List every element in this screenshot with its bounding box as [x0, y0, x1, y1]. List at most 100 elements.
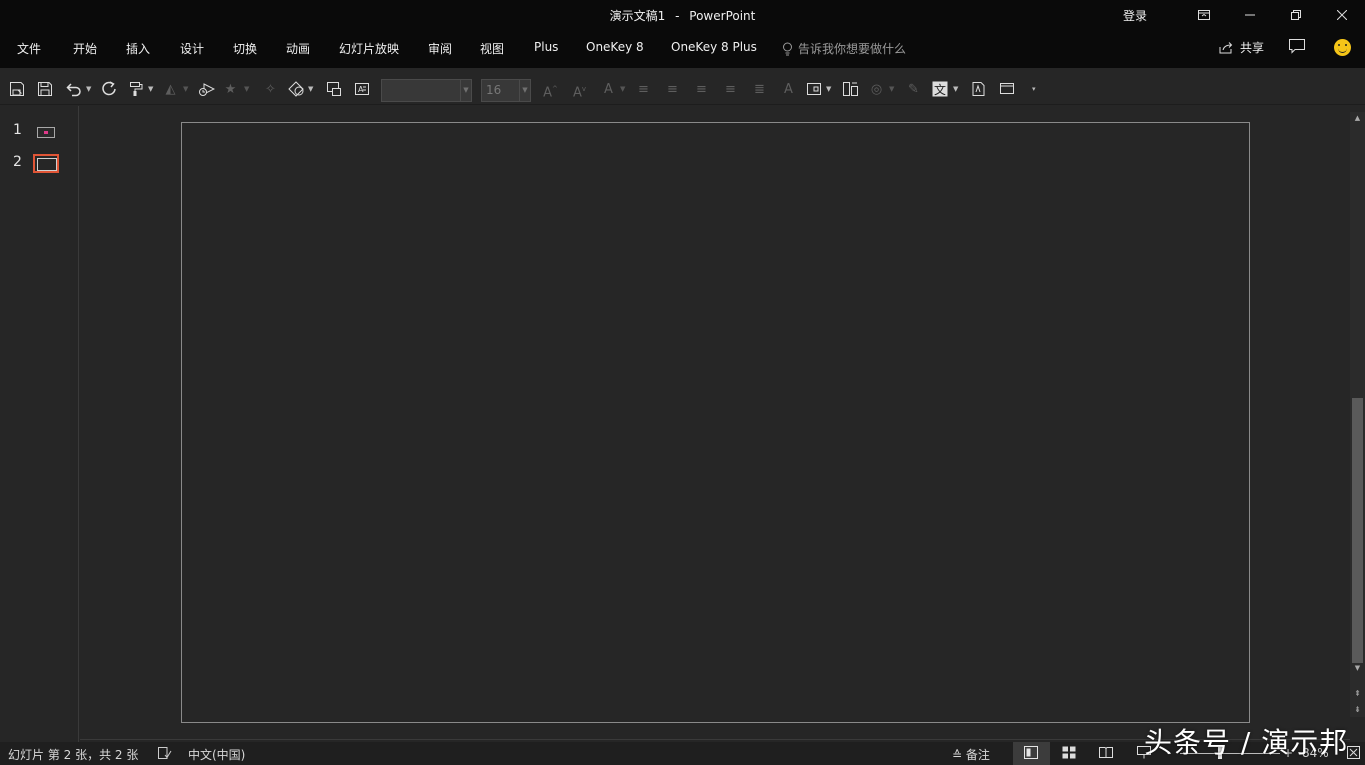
merge-shapes-icon[interactable]: ◎ — [868, 81, 885, 98]
tell-me-placeholder: 告诉我你想要做什么 — [798, 42, 907, 56]
clear-format-icon[interactable]: A — [780, 81, 797, 98]
tab-file[interactable]: 文件 — [17, 40, 41, 57]
restore-button[interactable] — [1273, 0, 1319, 30]
document-name: 演示文稿1 — [609, 9, 666, 23]
animation-painter-icon[interactable]: ✧ — [262, 81, 279, 98]
slide-counter: 幻灯片 第 2 张，共 2 张 — [8, 748, 139, 762]
align-left-icon[interactable]: ≡ — [635, 81, 652, 98]
svg-text:文: 文 — [934, 82, 946, 97]
font-name-dropdown-icon[interactable]: ▼ — [460, 80, 471, 101]
increase-font-icon[interactable]: A^ — [542, 81, 559, 100]
login-button[interactable]: 登录 — [1123, 7, 1147, 24]
vertical-scrollbar[interactable]: ▲ ▼ ⇞ ⇟ — [1350, 112, 1365, 717]
textbox-icon[interactable]: A — [353, 81, 370, 98]
font-size-value: 16 — [486, 83, 502, 97]
layout-icon[interactable] — [805, 81, 822, 98]
window-controls: 登录 — [1123, 0, 1365, 30]
customize-toolbar-icon[interactable]: ▾ — [1032, 81, 1038, 98]
align-dropdown-icon[interactable]: ▼ — [183, 81, 189, 98]
decrease-font-icon[interactable]: Av — [571, 81, 588, 100]
scrollbar-thumb[interactable] — [1352, 398, 1363, 663]
redo-icon[interactable] — [100, 81, 117, 98]
font-size-box[interactable]: 16 ▼ — [481, 79, 531, 102]
notes-button[interactable]: ≙ 备注 — [952, 746, 990, 763]
share-label: 共享 — [1240, 41, 1265, 55]
tell-me-box[interactable]: 告诉我你想要做什么 — [782, 40, 906, 57]
slideshow-icon[interactable] — [998, 81, 1015, 98]
ribbon-display-icon — [1198, 10, 1210, 20]
tab-insert[interactable]: 插入 — [126, 40, 150, 57]
conversion-dropdown-icon[interactable]: ▼ — [953, 81, 959, 98]
tab-onekey8-plus[interactable]: OneKey 8 Plus — [671, 40, 757, 54]
scroll-down-arrow-icon[interactable]: ▼ — [1350, 662, 1365, 674]
eyedropper-icon[interactable]: ✎ — [905, 81, 922, 98]
slide-sorter-icon[interactable] — [1062, 746, 1078, 760]
tab-design[interactable]: 设计 — [180, 40, 204, 57]
undo-icon[interactable] — [65, 81, 82, 98]
save-as-icon[interactable] — [8, 81, 25, 98]
comment-icon — [1289, 39, 1305, 54]
shapes-icon[interactable] — [287, 81, 304, 98]
tab-slideshow[interactable]: 幻灯片放映 — [339, 40, 399, 57]
ribbon-tabs: 文件 开始 插入 设计 切换 动画 幻灯片放映 审阅 视图 Plus OneKe… — [0, 30, 1365, 68]
reading-view-icon[interactable] — [1099, 746, 1115, 760]
slide-thumbnail-1[interactable] — [37, 127, 55, 138]
tab-transitions[interactable]: 切换 — [233, 40, 257, 57]
minimize-button[interactable] — [1227, 0, 1273, 30]
star-effect-icon[interactable]: ★ — [222, 81, 239, 98]
comments-button[interactable] — [1289, 39, 1305, 58]
feedback-smiley-icon[interactable] — [1334, 39, 1351, 56]
next-slide-icon[interactable]: ⇟ — [1350, 703, 1365, 717]
notes-label: 备注 — [965, 748, 990, 762]
tab-onekey8[interactable]: OneKey 8 — [586, 40, 644, 54]
language-indicator[interactable]: 中文(中国) — [188, 746, 245, 763]
slide-thumbnail-2-selected[interactable] — [33, 154, 59, 173]
close-button[interactable] — [1319, 0, 1365, 30]
format-painter-dropdown-icon[interactable]: ▼ — [148, 81, 154, 98]
justify-icon[interactable]: ≡ — [722, 81, 739, 98]
scroll-up-arrow-icon[interactable]: ▲ — [1350, 112, 1365, 124]
undo-dropdown-icon[interactable]: ▼ — [86, 81, 92, 98]
align-objects-icon[interactable]: ◭ — [162, 81, 179, 98]
merge-dropdown-icon[interactable]: ▼ — [889, 81, 895, 98]
restore-icon — [1291, 10, 1301, 20]
format-painter-icon[interactable] — [128, 81, 145, 98]
title-separator: - — [675, 9, 680, 23]
notes-icon: ≙ — [952, 748, 963, 762]
arrange-icon[interactable] — [842, 81, 859, 98]
tab-review[interactable]: 审阅 — [428, 40, 452, 57]
animation-pane-icon[interactable] — [198, 81, 216, 98]
font-color-icon[interactable]: A — [600, 81, 617, 98]
chinese-conversion-icon[interactable]: 文 — [931, 81, 948, 98]
slide-thumbnails-pane: 1 2 — [0, 106, 79, 742]
slide-number-1: 1 — [13, 122, 22, 138]
replace-font-icon[interactable] — [969, 81, 986, 98]
ribbon-display-options-button[interactable] — [1181, 0, 1227, 30]
align-center-icon[interactable]: ≡ — [664, 81, 681, 98]
quick-access-toolbar: ▼ ▼ ◭ ▼ ★ ▼ ✧ ▼ A A^ Av A ▼ ≡ ≡ ≡ ≡ ≣ A … — [0, 73, 1365, 105]
layout-dropdown-icon[interactable]: ▼ — [826, 81, 832, 98]
tab-plus[interactable]: Plus — [534, 40, 558, 54]
slide-canvas[interactable] — [181, 122, 1250, 723]
new-slide-icon[interactable] — [325, 81, 342, 98]
tab-home[interactable]: 开始 — [73, 40, 97, 57]
text-direction-icon[interactable]: ≣ — [751, 81, 768, 98]
normal-view-icon[interactable] — [1024, 746, 1040, 760]
effect-dropdown-icon[interactable]: ▼ — [244, 81, 250, 98]
font-size-dropdown-icon[interactable]: ▼ — [519, 80, 530, 101]
watermark: 头条号 / 演示邦 — [1144, 726, 1349, 759]
tab-animations[interactable]: 动画 — [286, 40, 310, 57]
align-right-icon[interactable]: ≡ — [693, 81, 710, 98]
minimize-icon — [1245, 14, 1255, 16]
title-bar: 演示文稿1 - PowerPoint 登录 — [0, 0, 1365, 30]
share-button[interactable]: 共享 — [1219, 39, 1264, 56]
slide-number-2: 2 — [13, 154, 22, 170]
save-icon[interactable] — [36, 81, 53, 98]
tab-view[interactable]: 视图 — [480, 40, 504, 57]
shapes-dropdown-icon[interactable]: ▼ — [308, 81, 314, 98]
previous-slide-icon[interactable]: ⇞ — [1350, 687, 1365, 701]
font-color-dropdown-icon[interactable]: ▼ — [620, 81, 626, 98]
fit-to-window-icon[interactable] — [1347, 746, 1363, 760]
spell-check-icon[interactable] — [157, 746, 173, 760]
font-name-box[interactable]: ▼ — [381, 79, 472, 102]
